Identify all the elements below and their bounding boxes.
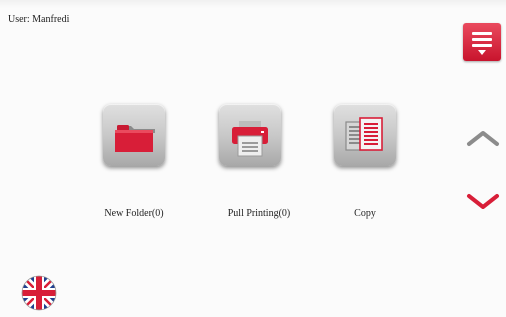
pull-printing-button[interactable] — [219, 104, 281, 166]
copy-icon — [345, 117, 383, 151]
folder-icon — [115, 125, 155, 152]
scroll-up-button[interactable] — [466, 128, 500, 148]
printer-icon — [232, 121, 268, 157]
language-button[interactable] — [21, 275, 57, 311]
copy-label: Copy — [354, 208, 376, 219]
scroll-down-button[interactable] — [466, 191, 500, 211]
copy-button[interactable] — [334, 104, 396, 166]
uk-flag-icon — [21, 275, 57, 311]
chevron-up-icon — [467, 131, 499, 146]
new-folder-button[interactable] — [103, 104, 165, 166]
top-bar — [0, 0, 506, 8]
chevron-down-icon — [467, 194, 499, 209]
menu-button[interactable] — [463, 23, 501, 61]
user-label: User: Manfredi — [8, 14, 70, 25]
pull-printing-label: Pull Printing(0) — [227, 208, 291, 219]
new-folder-label: New Folder(0) — [104, 208, 164, 219]
